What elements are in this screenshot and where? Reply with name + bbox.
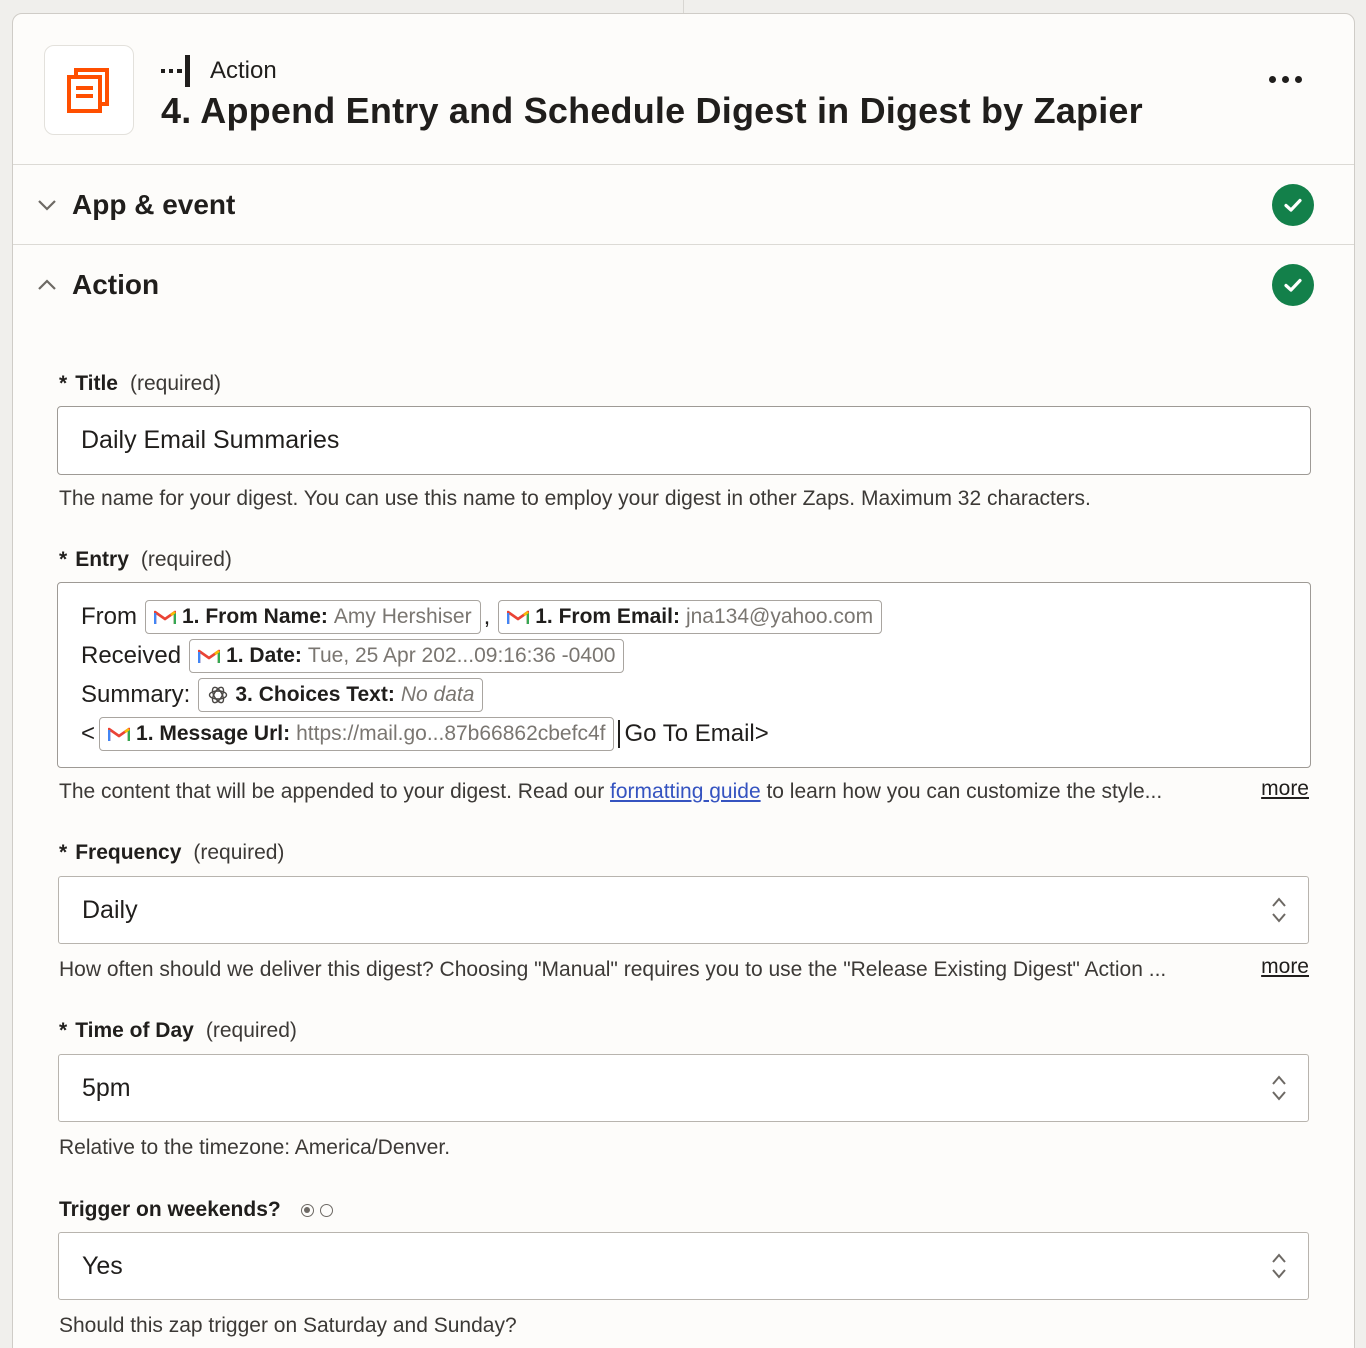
weekends-field-label: Trigger on weekends? <box>59 1198 333 1222</box>
entry-text-received: Received <box>81 642 182 669</box>
action-step-icon <box>161 55 190 87</box>
pill-key: 1. Date: <box>226 644 302 667</box>
entry-line-summary: Summary: 3. Choices Text: No data <box>81 678 484 712</box>
select-arrows-icon <box>1272 897 1286 923</box>
gmail-icon <box>154 610 176 624</box>
field-pill-message-url[interactable]: 1. Message Url: https://mail.go...87b668… <box>99 717 615 751</box>
frequency-field-label: * Frequency (required) <box>59 841 284 865</box>
entry-more-link[interactable]: more <box>1261 777 1309 801</box>
time-of-day-field-label: * Time of Day (required) <box>59 1019 297 1043</box>
entry-help-before: The content that will be appended to you… <box>59 780 611 803</box>
required-text: (required) <box>193 841 285 864</box>
time-of-day-select[interactable]: 5pm <box>58 1054 1309 1122</box>
title-field-label: * Title (required) <box>59 372 221 396</box>
entry-help-text: The content that will be appended to you… <box>59 780 1162 804</box>
pill-value: jna134@yahoo.com <box>685 605 874 628</box>
weekends-radio-group <box>300 1203 333 1217</box>
pill-key: 3. Choices Text: <box>235 683 395 706</box>
time-of-day-select-value: 5pm <box>82 1073 131 1102</box>
section-action[interactable]: Action <box>13 245 1354 325</box>
entry-line-message-url: < 1. Message Url: https://mail.go...87b6… <box>81 717 769 751</box>
entry-text-prefix: < <box>81 720 96 747</box>
time-of-day-label-text: Time of Day <box>75 1019 194 1042</box>
required-star: * <box>59 1019 68 1042</box>
gmail-icon <box>198 649 221 663</box>
background-divider <box>683 0 684 14</box>
more-options-button[interactable] <box>1269 76 1302 83</box>
frequency-select-value: Daily <box>82 895 138 924</box>
entry-comma: , <box>483 603 491 630</box>
text-cursor <box>618 720 621 748</box>
required-text: (required) <box>140 548 232 571</box>
weekends-label-text: Trigger on weekends? <box>59 1198 281 1221</box>
field-pill-from-email[interactable]: 1. From Email: jna134@yahoo.com <box>498 600 883 634</box>
entry-text-suffix: Go To Email> <box>624 720 769 747</box>
check-icon <box>1272 183 1314 226</box>
formatting-guide-link[interactable]: formatting guide <box>610 780 761 803</box>
section-action-label: Action <box>72 269 160 300</box>
openai-icon <box>209 686 228 704</box>
field-pill-from-name[interactable]: 1. From Name: Amy Hershiser <box>145 600 481 634</box>
required-text: (required) <box>205 1019 297 1042</box>
weekends-help-text: Should this zap trigger on Saturday and … <box>59 1314 517 1337</box>
step-editor-panel: Action 4. Append Entry and Schedule Dige… <box>12 13 1355 1348</box>
field-pill-date[interactable]: 1. Date: Tue, 25 Apr 202...09:16:36 -040… <box>189 639 625 673</box>
required-star: * <box>59 548 68 571</box>
required-star: * <box>59 841 68 864</box>
weekends-radio-yes[interactable] <box>300 1203 314 1217</box>
title-input[interactable]: Daily Email Summaries <box>57 406 1311 475</box>
weekends-select-value: Yes <box>82 1251 123 1280</box>
gmail-icon <box>507 610 530 624</box>
pill-key: 1. Message Url: <box>136 722 291 745</box>
check-icon <box>1272 264 1314 306</box>
entry-line-from: From 1. From Name: Amy Hershiser , 1. Fr… <box>81 600 883 634</box>
entry-line-received: Received 1. Date: Tue, 25 Apr 202...09:1… <box>81 639 625 673</box>
section-app-event[interactable]: App & event <box>13 165 1354 245</box>
step-kind-label: Action <box>210 57 277 84</box>
select-arrows-icon <box>1272 1075 1286 1101</box>
frequency-more-link[interactable]: more <box>1261 955 1309 979</box>
title-input-value: Daily Email Summaries <box>81 426 340 454</box>
more-dots-icon <box>1269 76 1276 83</box>
pill-key: 1. From Email: <box>535 605 680 628</box>
frequency-select[interactable]: Daily <box>58 876 1309 944</box>
section-app-event-label: App & event <box>72 188 236 220</box>
step-header: Action 4. Append Entry and Schedule Dige… <box>13 14 1354 165</box>
pill-key: 1. From Name: <box>182 605 328 628</box>
weekends-radio-no[interactable] <box>319 1203 333 1217</box>
time-of-day-help-text: Relative to the timezone: America/Denver… <box>59 1136 451 1159</box>
entry-text-summary: Summary: <box>81 681 191 708</box>
frequency-label-text: Frequency <box>75 841 182 864</box>
entry-help-after: to learn how you can customize the style… <box>760 780 1163 803</box>
chevron-up-icon <box>38 279 56 290</box>
weekends-select[interactable]: Yes <box>58 1232 1309 1300</box>
field-pill-choices-text[interactable]: 3. Choices Text: No data <box>198 678 484 712</box>
digest-logo-icon <box>67 68 109 113</box>
entry-label-text: Entry <box>75 548 129 571</box>
pill-value: No data <box>400 683 475 706</box>
pill-value: Amy Hershiser <box>333 605 472 628</box>
step-title: 4. Append Entry and Schedule Digest in D… <box>161 90 1143 131</box>
required-text: (required) <box>129 372 222 395</box>
entry-field-label: * Entry (required) <box>59 548 232 572</box>
pill-value: https://mail.go...87b66862cbefc4f <box>296 722 606 745</box>
required-star: * <box>59 372 68 395</box>
gmail-icon <box>108 727 131 741</box>
entry-input[interactable]: From 1. From Name: Amy Hershiser , 1. Fr… <box>57 582 1311 768</box>
title-label-text: Title <box>75 372 118 395</box>
digest-by-zapier-logo <box>44 45 134 135</box>
frequency-help-text: How often should we deliver this digest?… <box>59 958 1167 981</box>
select-arrows-icon <box>1272 1253 1286 1279</box>
chevron-down-icon <box>38 199 56 211</box>
step-kind: Action <box>160 54 277 88</box>
title-help-text: The name for your digest. You can use th… <box>59 487 1091 510</box>
pill-value: Tue, 25 Apr 202...09:16:36 -0400 <box>307 644 616 667</box>
entry-text-from: From <box>81 603 137 630</box>
